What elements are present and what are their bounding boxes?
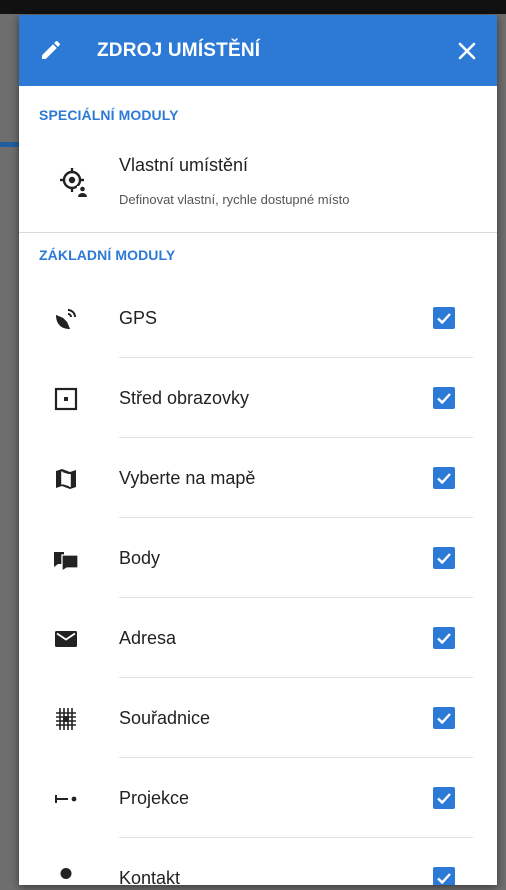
- module-row-points[interactable]: Body: [19, 518, 497, 598]
- custom-location-icon: [60, 168, 88, 197]
- module-row-gps[interactable]: GPS: [19, 278, 497, 358]
- checkmark-icon: [437, 713, 451, 725]
- basic-modules-list: GPS Střed obrazovky Vyberte na mapě Body…: [19, 278, 497, 885]
- address-checkbox[interactable]: [433, 627, 455, 649]
- coordinates-checkbox[interactable]: [433, 707, 455, 729]
- location-source-dialog: ZDROJ UMÍSTĚNÍ SPECIÁLNÍ MODULY Vlastní …: [19, 15, 497, 885]
- edit-icon: [42, 40, 61, 59]
- screen-center-checkbox[interactable]: [433, 387, 455, 409]
- module-row-address[interactable]: Adresa: [19, 598, 497, 678]
- checkmark-icon: [437, 473, 451, 485]
- module-row-contact[interactable]: Kontakt: [19, 838, 497, 885]
- satellite-icon: [56, 309, 76, 329]
- module-row-screen-center[interactable]: Střed obrazovky: [19, 358, 497, 438]
- checkmark-icon: [437, 633, 451, 645]
- module-label: Vyberte na mapě: [119, 468, 256, 488]
- checkmark-icon: [437, 553, 451, 565]
- envelope-icon: [55, 631, 77, 647]
- status-bar: [0, 0, 506, 14]
- checkmark-icon: [437, 393, 451, 405]
- dialog-header: ZDROJ UMÍSTĚNÍ: [19, 15, 497, 86]
- module-label: Projekce: [119, 788, 190, 808]
- contact-checkbox[interactable]: [433, 867, 455, 885]
- gps-checkbox[interactable]: [433, 307, 455, 329]
- module-label: Adresa: [119, 628, 177, 648]
- person-icon: [60, 868, 72, 879]
- module-row-pick-on-map[interactable]: Vyberte na mapě: [19, 438, 497, 518]
- dialog-title: ZDROJ UMÍSTĚNÍ: [97, 40, 261, 61]
- module-row-projection[interactable]: Projekce: [19, 758, 497, 838]
- projection-checkbox[interactable]: [433, 787, 455, 809]
- special-modules-heading: SPECIÁLNÍ MODULY: [39, 107, 179, 123]
- close-button[interactable]: [451, 35, 483, 67]
- module-label: Body: [119, 548, 161, 568]
- section-divider: [19, 232, 497, 233]
- points-icon: [54, 552, 79, 572]
- grid-icon: [56, 708, 76, 730]
- module-label: Souřadnice: [119, 708, 211, 728]
- basic-modules-heading: ZÁKLADNÍ MODULY: [39, 247, 176, 263]
- checkmark-icon: [437, 313, 451, 325]
- module-label: Střed obrazovky: [119, 388, 250, 408]
- custom-location-name: Vlastní umístění: [119, 155, 249, 175]
- pick-on-map-checkbox[interactable]: [433, 467, 455, 489]
- map-icon: [56, 469, 76, 489]
- checkmark-icon: [437, 793, 451, 805]
- module-label: Kontakt: [119, 868, 181, 885]
- screen-center-icon: [54, 387, 78, 411]
- custom-location-item[interactable]: Vlastní umístění Definovat vlastní, rych…: [19, 140, 497, 228]
- custom-location-description: Definovat vlastní, rychle dostupné místo: [119, 192, 350, 207]
- points-checkbox[interactable]: [433, 547, 455, 569]
- module-row-coordinates[interactable]: Souřadnice: [19, 678, 497, 758]
- module-label: GPS: [119, 308, 158, 328]
- close-icon: [458, 42, 476, 60]
- projection-icon: [55, 795, 77, 803]
- checkmark-icon: [437, 873, 451, 885]
